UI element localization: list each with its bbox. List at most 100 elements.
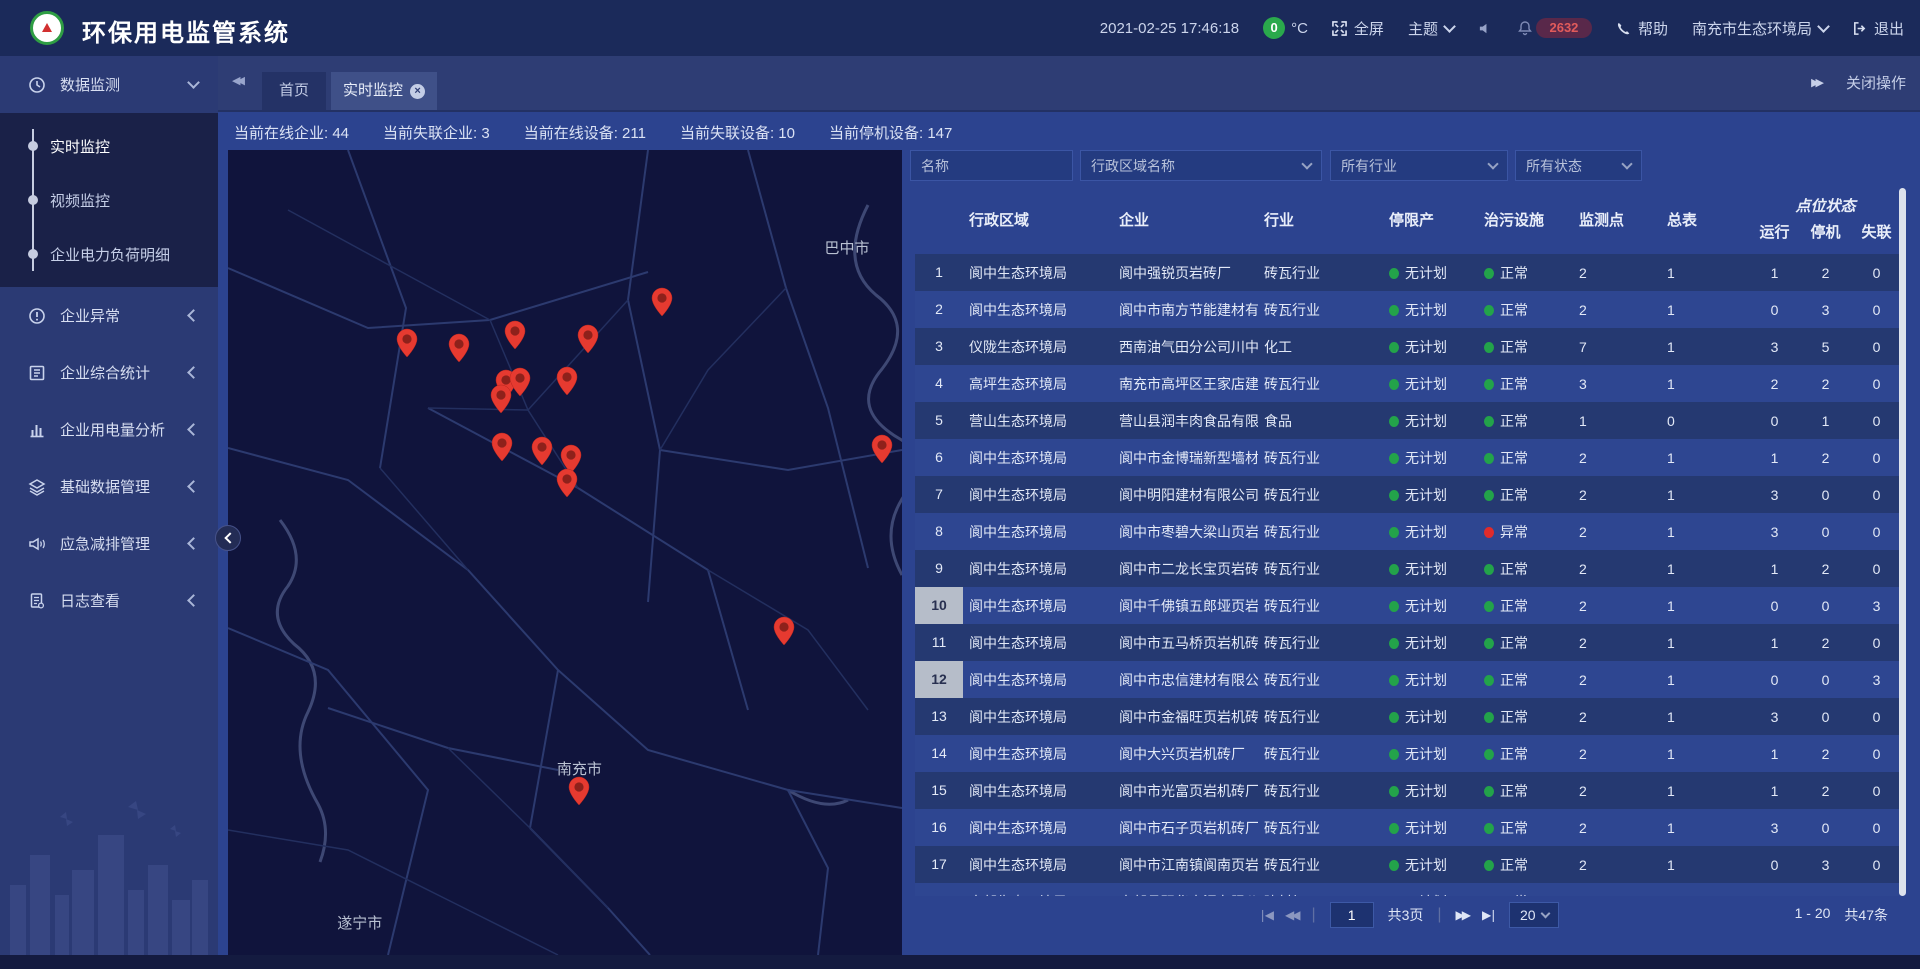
logout-button[interactable]: 退出	[1852, 18, 1904, 39]
stat-item: 当前失联企业: 3	[383, 122, 490, 143]
sidebar-item-power-load-detail[interactable]: 企业电力负荷明细	[0, 227, 218, 281]
tabs-scroll-right-icon[interactable]	[1811, 76, 1820, 89]
help-button[interactable]: 帮助	[1616, 18, 1668, 39]
table-row[interactable]: 2 阆中生态环境局 阆中市南方节能建材有 砖瓦行业 无计划 正常 2 1 0 3…	[915, 291, 1902, 328]
table-row[interactable]: 5 营山生态环境局 营山县润丰肉食品有限 食品 无计划 正常 1 0 0 1 0	[915, 402, 1902, 439]
tab-home[interactable]: 首页	[262, 72, 326, 110]
table-row[interactable]: 13 阆中生态环境局 阆中市金福旺页岩机砖 砖瓦行业 无计划 正常 2 1 3 …	[915, 698, 1902, 735]
map-pin[interactable]	[491, 432, 513, 462]
table-row[interactable]: 16 阆中生态环境局 阆中市石子页岩机砖厂 砖瓦行业 无计划 正常 2 1 3 …	[915, 809, 1902, 846]
page-number-input[interactable]	[1330, 902, 1374, 928]
industry-filter-select[interactable]: 所有行业	[1330, 150, 1508, 181]
cell-stop-status: 无计划	[1383, 744, 1478, 764]
sidebar-item-log-view[interactable]: 日志查看	[0, 572, 218, 629]
cell-industry: 砖瓦行业	[1258, 485, 1383, 505]
cell-halt-count: 0	[1800, 598, 1851, 614]
close-tab-icon[interactable]	[410, 84, 425, 99]
tabs-scroll-left-icon[interactable]	[232, 74, 241, 87]
table-row[interactable]: 14 阆中生态环境局 阆中大兴页岩机砖厂 砖瓦行业 无计划 正常 2 1 1 2…	[915, 735, 1902, 772]
table-scrollbar[interactable]	[1899, 188, 1906, 896]
status-filter-select[interactable]: 所有状态	[1515, 150, 1642, 181]
notifications-button[interactable]: 2632	[1517, 18, 1592, 38]
map-panel[interactable]: 巴中市 南充市 遂宁市	[228, 150, 902, 955]
table-row[interactable]: 1 阆中生态环境局 阆中强锐页岩砖厂 砖瓦行业 无计划 正常 2 1 1 2 0	[915, 254, 1902, 291]
cell-index: 1	[915, 254, 963, 291]
cell-run-count: 1	[1749, 746, 1800, 762]
table-row[interactable]: 10 阆中生态环境局 阆中千佛镇五郎垭页岩 砖瓦行业 无计划 正常 2 1 0 …	[915, 587, 1902, 624]
status-dot-icon	[1484, 305, 1494, 316]
next-page-button[interactable]	[1456, 908, 1468, 922]
speaker-icon	[1478, 21, 1493, 36]
table-row[interactable]: 6 阆中生态环境局 阆中市金博瑞新型墙材 砖瓦行业 无计划 正常 2 1 1 2…	[915, 439, 1902, 476]
app-logo-icon	[30, 11, 64, 45]
close-operations-button[interactable]: 关闭操作	[1846, 72, 1906, 93]
region-filter-select[interactable]: 行政区域名称	[1080, 150, 1322, 181]
cell-monitor-count: 2	[1573, 783, 1661, 799]
cell-region: 阆中生态环境局	[963, 522, 1113, 542]
cell-meter-count: 1	[1661, 598, 1749, 614]
stats-icon	[28, 364, 46, 382]
app-root: 环保用电监管系统 2021-02-25 17:46:18 0 °C 全屏 主题	[0, 0, 1920, 969]
sidebar-item-enterprise-abnormal[interactable]: 企业异常	[0, 287, 218, 344]
sidebar-item-realtime-monitoring[interactable]: 实时监控	[0, 119, 218, 173]
cell-lost-count: 0	[1851, 339, 1902, 355]
table-row[interactable]: 12 阆中生态环境局 阆中市忠信建材有限公 砖瓦行业 无计划 正常 2 1 0 …	[915, 661, 1902, 698]
col-meter: 总表	[1661, 188, 1749, 254]
chevron-down-icon	[187, 76, 200, 89]
cell-run-count: 0	[1749, 413, 1800, 429]
cell-facility-status: 正常	[1478, 596, 1573, 616]
cell-company: 阆中市石子页岩机砖厂	[1113, 818, 1258, 838]
sidebar-item-power-analysis[interactable]: 企业用电量分析	[0, 401, 218, 458]
cell-halt-count: 2	[1800, 635, 1851, 651]
name-filter-input[interactable]	[910, 150, 1073, 181]
sidebar-item-video-monitoring[interactable]: 视频监控	[0, 173, 218, 227]
chevron-down-icon	[1487, 158, 1498, 169]
table-row[interactable]: 3 仪陇生态环境局 西南油气田分公司川中 化工 无计划 正常 7 1 3 5 0	[915, 328, 1902, 365]
rail-dot-icon	[28, 141, 38, 151]
first-page-button[interactable]	[1258, 908, 1271, 922]
collapse-map-button[interactable]	[215, 525, 241, 551]
cell-lost-count: 3	[1851, 672, 1902, 688]
table-row[interactable]: 15 阆中生态环境局 阆中市光富页岩机砖厂 砖瓦行业 无计划 正常 2 1 1 …	[915, 772, 1902, 809]
announcement-mute-button[interactable]	[1478, 21, 1493, 36]
map-pin[interactable]	[577, 324, 599, 354]
tab-realtime-monitoring[interactable]: 实时监控	[331, 72, 437, 110]
col-facility: 治污设施	[1478, 188, 1573, 254]
map-pin[interactable]	[871, 434, 893, 464]
fullscreen-button[interactable]: 全屏	[1332, 18, 1384, 39]
table-row[interactable]: 8 阆中生态环境局 阆中市枣碧大梁山页岩 砖瓦行业 无计划 异常 2 1 3 0…	[915, 513, 1902, 550]
table-row[interactable]: 11 阆中生态环境局 阆中市五马桥页岩机砖 砖瓦行业 无计划 正常 2 1 1 …	[915, 624, 1902, 661]
organization-dropdown[interactable]: 南充市生态环境局	[1692, 18, 1828, 39]
cell-facility-status: 正常	[1478, 744, 1573, 764]
map-pin[interactable]	[448, 333, 470, 363]
map-pin[interactable]	[568, 776, 590, 806]
sidebar-item-data-monitoring[interactable]: 数据监测	[0, 56, 218, 113]
map-pin[interactable]	[773, 616, 795, 646]
map-pin[interactable]	[651, 287, 673, 317]
prev-page-button[interactable]	[1285, 908, 1297, 922]
cell-halt-count: 0	[1800, 820, 1851, 836]
map-pin[interactable]	[396, 328, 418, 358]
table-row[interactable]: 4 高坪生态环境局 南充市高坪区王家店建 砖瓦行业 无计划 正常 3 1 2 2…	[915, 365, 1902, 402]
cell-halt-count: 2	[1800, 561, 1851, 577]
map-pin[interactable]	[490, 384, 512, 414]
map-pin[interactable]	[509, 367, 531, 397]
map-pin[interactable]	[556, 468, 578, 498]
table-row[interactable]: 18 南部生态环境局 南部县砚华水泥有限公 建材加工 无计划 正常 6 0 0 …	[915, 883, 1902, 896]
map-pin[interactable]	[556, 366, 578, 396]
last-page-button[interactable]	[1482, 908, 1495, 922]
table-row[interactable]: 7 阆中生态环境局 阆中明阳建材有限公司 砖瓦行业 无计划 正常 2 1 3 0…	[915, 476, 1902, 513]
table-row[interactable]: 9 阆中生态环境局 阆中市二龙长宝页岩砖 砖瓦行业 无计划 正常 2 1 1 2…	[915, 550, 1902, 587]
sidebar-item-emergency-reduction[interactable]: 应急减排管理	[0, 515, 218, 572]
table-row[interactable]: 17 阆中生态环境局 阆中市江南镇阆南页岩 砖瓦行业 无计划 正常 2 1 0 …	[915, 846, 1902, 883]
map-pin[interactable]	[504, 320, 526, 350]
sidebar-item-enterprise-statistics[interactable]: 企业综合统计	[0, 344, 218, 401]
col-point-status-group: 点位状态 运行 停机 失联	[1749, 188, 1902, 254]
status-dot-icon	[1484, 379, 1494, 390]
page-size-select[interactable]: 20	[1509, 902, 1559, 928]
sidebar-item-base-data[interactable]: 基础数据管理	[0, 458, 218, 515]
temperature-unit: °C	[1291, 20, 1308, 37]
cell-stop-status: 无计划	[1383, 633, 1478, 653]
theme-dropdown[interactable]: 主题	[1408, 18, 1454, 39]
map-pin[interactable]	[531, 436, 553, 466]
